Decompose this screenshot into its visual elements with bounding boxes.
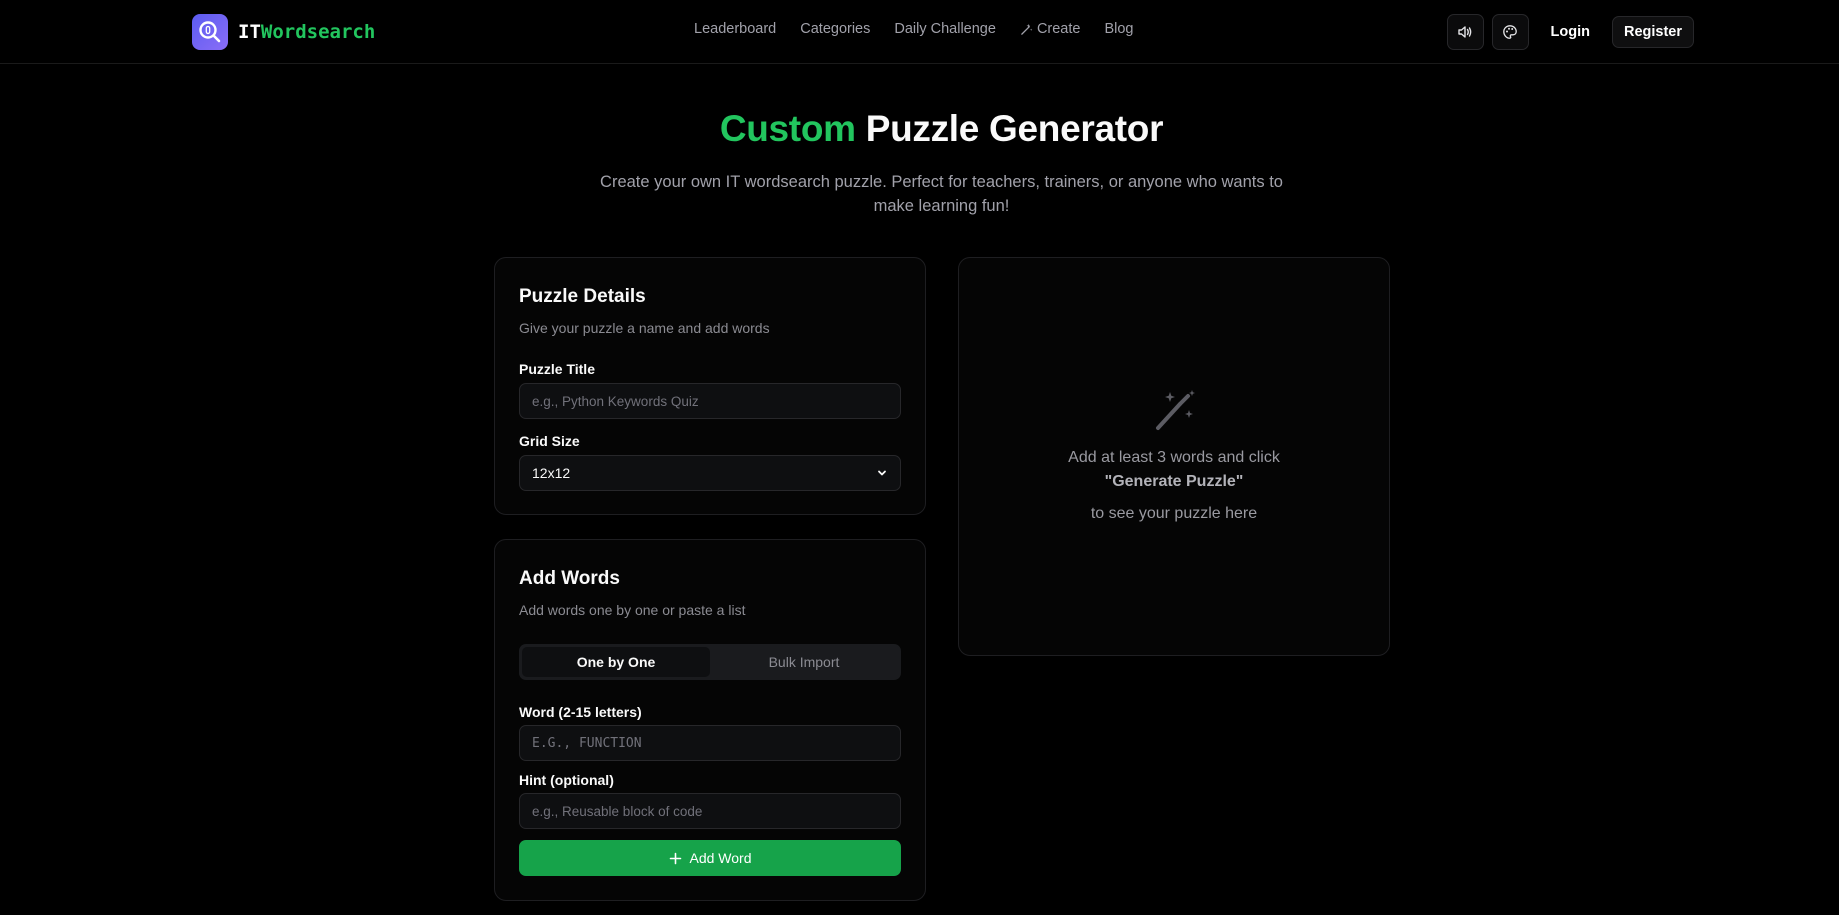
puzzle-title-label: Puzzle Title bbox=[519, 361, 595, 377]
login-button[interactable]: Login bbox=[1537, 14, 1604, 50]
top-navbar: ITWordsearch Leaderboard Categories Dail… bbox=[0, 0, 1839, 64]
speaker-icon bbox=[1458, 26, 1472, 38]
theme-toggle-button[interactable] bbox=[1491, 14, 1529, 50]
add-word-label: Add Word bbox=[689, 850, 752, 866]
page-title-accent: Custom bbox=[719, 108, 856, 149]
grid-size-value: 12x12 bbox=[532, 465, 571, 481]
brand-name-it: IT bbox=[238, 21, 261, 43]
puzzle-details-card: Puzzle Details Give your puzzle a name a… bbox=[494, 257, 926, 515]
chevron-down-icon bbox=[878, 470, 886, 476]
register-button[interactable]: Register bbox=[1611, 16, 1694, 48]
word-input[interactable] bbox=[519, 725, 901, 761]
header-actions: Login Register bbox=[1446, 14, 1694, 50]
page-title-rest: Puzzle Generator bbox=[865, 108, 1164, 149]
brand-logo[interactable]: ITWordsearch bbox=[192, 14, 375, 50]
plus-icon bbox=[669, 852, 681, 864]
puzzle-details-title: Puzzle Details bbox=[519, 286, 646, 307]
nav-create[interactable]: Create bbox=[1020, 21, 1081, 37]
tab-bulk-import[interactable]: Bulk Import bbox=[710, 647, 898, 677]
puzzle-title-input[interactable] bbox=[519, 383, 901, 419]
palette-icon bbox=[1503, 25, 1517, 39]
nav-categories[interactable]: Categories bbox=[800, 21, 870, 37]
puzzle-preview-card: Add at least 3 words and click "Generate… bbox=[958, 257, 1390, 656]
grid-size-label: Grid Size bbox=[519, 433, 580, 449]
hint-label: Hint (optional) bbox=[519, 772, 614, 788]
wand-icon bbox=[1021, 23, 1033, 35]
main-nav: Leaderboard Categories Daily Challenge C… bbox=[694, 21, 1134, 37]
word-label: Word (2-15 letters) bbox=[519, 704, 642, 720]
page-title: Custom Puzzle Generator bbox=[0, 108, 1839, 150]
add-words-description: Add words one by one or paste a list bbox=[519, 602, 746, 618]
preview-instruction-line2: to see your puzzle here bbox=[1090, 505, 1258, 522]
nav-daily-challenge[interactable]: Daily Challenge bbox=[894, 21, 996, 37]
add-words-card: Add Words Add words one by one or paste … bbox=[494, 539, 926, 901]
brand-name-wordsearch: Wordsearch bbox=[260, 21, 376, 43]
brand-name: ITWordsearch bbox=[238, 21, 375, 43]
nav-create-label: Create bbox=[1036, 21, 1081, 37]
magnifier-icon bbox=[192, 14, 228, 50]
nav-blog[interactable]: Blog bbox=[1104, 21, 1133, 37]
sound-toggle-button[interactable] bbox=[1446, 14, 1484, 50]
add-word-button[interactable]: Add Word bbox=[519, 840, 901, 876]
preview-instruction-strong: "Generate Puzzle" bbox=[1104, 473, 1244, 490]
tab-one-by-one[interactable]: One by One bbox=[522, 647, 710, 677]
grid-size-select[interactable]: 12x12 bbox=[519, 455, 901, 491]
hint-input[interactable] bbox=[519, 793, 901, 829]
preview-instruction-line1: Add at least 3 words and click bbox=[1068, 449, 1280, 466]
page-subtitle: Create your own IT wordsearch puzzle. Pe… bbox=[600, 173, 1283, 215]
nav-leaderboard[interactable]: Leaderboard bbox=[694, 21, 776, 37]
magic-wand-icon bbox=[1156, 390, 1195, 430]
word-entry-tabs: One by One Bulk Import bbox=[519, 644, 901, 680]
preview-empty-state: Add at least 3 words and click "Generate… bbox=[959, 386, 1389, 526]
puzzle-details-description: Give your puzzle a name and add words bbox=[519, 320, 770, 336]
add-words-title: Add Words bbox=[519, 568, 620, 589]
